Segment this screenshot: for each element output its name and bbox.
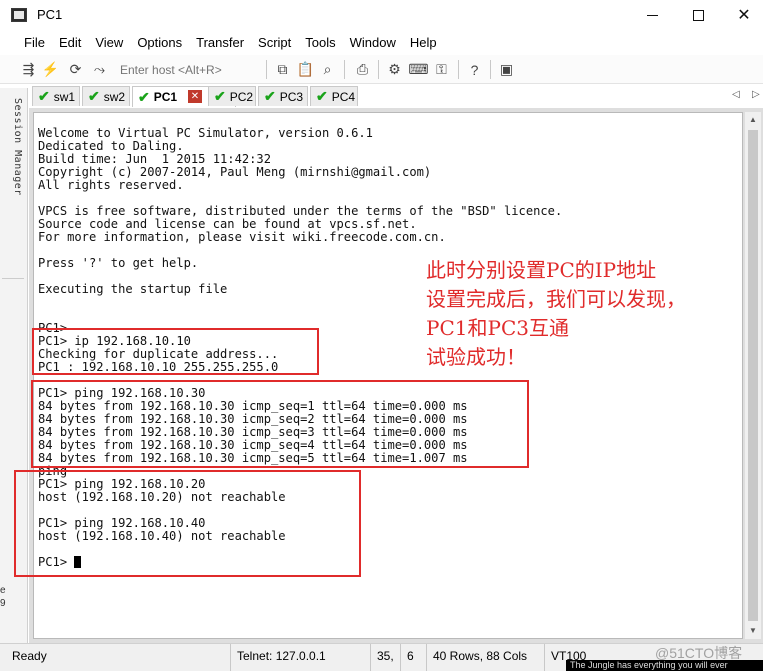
tab-label: sw2 — [103, 89, 126, 104]
session-manager-label[interactable]: Session Manager — [5, 98, 23, 198]
check-icon: ✔ — [264, 88, 276, 104]
side-fragment: 9 — [0, 598, 6, 609]
disconnect-icon[interactable]: ⤳ — [91, 61, 108, 78]
check-icon: ✔ — [38, 88, 50, 104]
tab-label: PC2 — [229, 89, 254, 104]
tab-label: PC4 — [331, 89, 356, 104]
close-icon: ✕ — [737, 7, 751, 24]
reconnect-icon[interactable]: ⟳ — [67, 61, 84, 78]
annotation-line: 此时分别设置PC的IP地址 — [426, 258, 657, 282]
tab-label: sw1 — [53, 89, 76, 104]
session-tabs: ✔ sw1 ✔ sw2 ✔ PC1 ✕ ✔ PC2 ✔ PC3 ✔ PC4 ◁ ▷ — [28, 86, 763, 107]
terminal-line: All rights reserved. — [38, 178, 184, 192]
connect-icon[interactable]: ⇶ — [20, 61, 37, 78]
highlight-ping-failure — [14, 470, 361, 577]
menu-help[interactable]: Help — [403, 32, 444, 54]
paste-icon[interactable]: 📋 — [297, 61, 314, 78]
menu-view[interactable]: View — [88, 32, 130, 54]
status-ready: Ready — [12, 649, 47, 663]
scroll-thumb[interactable] — [748, 130, 758, 621]
terminal-line: For more information, please visit wiki.… — [38, 230, 446, 244]
tab-label: PC3 — [279, 89, 304, 104]
check-icon: ✔ — [316, 88, 328, 104]
screen-icon[interactable]: ▣ — [498, 61, 515, 78]
tab-pc4[interactable]: ✔ PC4 — [310, 86, 358, 106]
toolbar-separator — [490, 60, 491, 79]
keymap-icon[interactable]: ⌨ — [408, 61, 428, 78]
tab-prev-icon[interactable]: ◁ — [732, 89, 740, 100]
menu-tools[interactable]: Tools — [298, 32, 342, 54]
print-icon[interactable]: ⎙ — [354, 61, 371, 78]
minimize-icon — [646, 14, 658, 16]
menu-edit[interactable]: Edit — [52, 32, 88, 54]
key-icon[interactable]: ⚿ — [433, 61, 450, 78]
highlight-ping-success — [31, 380, 529, 468]
annotation-text: 此时分别设置PC的IP地址 设置完成后，我们可以发现， PC1和PC3互通 试验… — [426, 256, 686, 372]
copy-icon[interactable]: ⧉ — [274, 61, 291, 78]
panel-divider — [2, 278, 24, 279]
app-icon — [11, 8, 27, 22]
watermark: @51CTO博客 — [655, 645, 743, 661]
minimize-button[interactable] — [629, 0, 675, 30]
status-col: 6 — [400, 644, 426, 671]
scroll-down-icon[interactable]: ▼ — [745, 623, 761, 639]
annotation-line: PC1和PC3互通 — [426, 316, 569, 340]
tab-next-icon[interactable]: ▷ — [752, 89, 760, 100]
side-fragment: e — [0, 585, 6, 596]
terminal-scrollbar[interactable]: ▲ ▼ — [745, 112, 761, 639]
quick-connect-icon[interactable]: ⚡ — [42, 61, 59, 78]
menu-file[interactable]: File — [17, 32, 52, 54]
help-icon[interactable]: ? — [466, 61, 483, 78]
title-bar: PC1 ✕ — [0, 0, 763, 32]
tab-sw1[interactable]: ✔ sw1 — [32, 86, 80, 106]
host-input[interactable] — [114, 60, 262, 79]
tab-pc2[interactable]: ✔ PC2 — [208, 86, 256, 106]
toolbar-separator — [378, 60, 379, 79]
highlight-ip-config — [32, 328, 319, 375]
menu-window[interactable]: Window — [343, 32, 403, 54]
tab-label: PC1 — [153, 90, 178, 104]
toolbar: ⇶ ⚡ ⟳ ⤳ ⧉ 📋 ⌕ ⎙ ⚙ ⌨ ⚿ ? ▣ — [0, 55, 763, 84]
toolbar-separator — [266, 60, 267, 79]
status-row: 35, — [370, 644, 400, 671]
menu-bar: File Edit View Options Transfer Script T… — [0, 32, 763, 54]
check-icon: ✔ — [214, 88, 226, 104]
check-icon: ✔ — [138, 88, 150, 105]
tab-pc3[interactable]: ✔ PC3 — [258, 86, 308, 106]
annotation-line: 设置完成后，我们可以发现， — [426, 287, 686, 311]
gear-icon[interactable]: ⚙ — [386, 61, 403, 78]
toolbar-separator — [344, 60, 345, 79]
close-tab-icon[interactable]: ✕ — [188, 90, 202, 103]
menu-options[interactable]: Options — [130, 32, 189, 54]
status-connection: Telnet: 127.0.0.1 — [230, 644, 370, 671]
check-icon: ✔ — [88, 88, 100, 104]
close-button[interactable]: ✕ — [721, 0, 763, 30]
window-title: PC1 — [37, 7, 63, 22]
scroll-up-icon[interactable]: ▲ — [745, 112, 761, 128]
status-size: 40 Rows, 88 Cols — [426, 644, 544, 671]
menu-script[interactable]: Script — [251, 32, 298, 54]
find-icon[interactable]: ⌕ — [319, 61, 336, 78]
annotation-line: 试验成功！ — [426, 345, 526, 369]
menu-transfer[interactable]: Transfer — [189, 32, 251, 54]
toolbar-separator — [458, 60, 459, 79]
maximize-icon — [692, 9, 704, 21]
maximize-button[interactable] — [675, 0, 721, 30]
tab-sw2[interactable]: ✔ sw2 — [82, 86, 130, 106]
